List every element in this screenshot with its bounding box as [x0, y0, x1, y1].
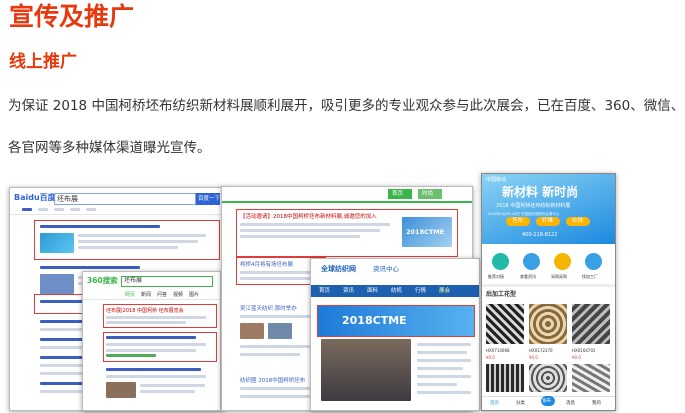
360-tab-5[interactable]: 图片: [189, 291, 199, 299]
baidu-search-button[interactable]: 百度一下: [196, 193, 220, 205]
mobile-tab-home[interactable]: 首页: [490, 400, 499, 408]
news-top-tag-2[interactable]: 时尚: [418, 189, 442, 199]
mobile-chip-2[interactable]: 纤维: [536, 217, 560, 226]
mobile-tab-publish-label: 发布: [542, 399, 551, 404]
mobile-icon-4-label: 找加工厂: [582, 274, 598, 279]
mobile-icon-2[interactable]: [523, 253, 540, 270]
360-search-input[interactable]: 坯布展: [121, 276, 213, 287]
360-tab-3[interactable]: 问答: [157, 291, 167, 299]
mobile-pattern-3[interactable]: [572, 304, 610, 344]
360-query: 坯布展: [124, 277, 143, 284]
textile-nav-1[interactable]: 首页: [319, 287, 330, 295]
textile-network-logo: 全球纺织网: [321, 265, 356, 273]
description-line-1: 为保证 2018 中国柯桥坯布纺织新材料展顺利展开，吸引更多的专业观众参与此次展…: [8, 98, 685, 114]
news-item-title[interactable]: 柯桥4月将有场坯布展: [240, 261, 293, 269]
mobile-chip-2-label: 纤维: [542, 218, 554, 224]
mobile-item-1-price: ¥0.0: [486, 355, 495, 360]
news-item-title-2[interactable]: 吴江蓝天纺织 那时举办: [240, 305, 297, 313]
section-title: 宣传及推广: [9, 2, 135, 31]
360-logo: 360搜索: [87, 276, 118, 285]
mobile-chip-3-label: 纱线: [572, 218, 584, 224]
mobile-icon-1-label: 推荐对接: [488, 274, 504, 279]
mobile-section-title: 后加工花型: [486, 291, 517, 298]
360-search-screenshot: 360搜索 坯布展 网页 新闻 问答 视频 图片 坯布展|2018 中国柯桥 坯…: [82, 271, 221, 411]
mobile-pattern-1[interactable]: [486, 304, 524, 344]
mobile-hero-title: 新材料 新时尚: [502, 185, 579, 199]
news-banner-thumb: 2018CTME: [402, 217, 452, 247]
news-banner-text: 2018CTME: [406, 228, 445, 236]
mobile-tab-category[interactable]: 分类: [516, 400, 525, 408]
news-item-title-3[interactable]: 纺织圈 2018中国柯桥坯布: [240, 377, 305, 385]
mobile-icon-4[interactable]: [585, 253, 602, 270]
mobile-status-bar: 中国移动: [486, 177, 507, 183]
baidu-search-input[interactable]: 坯布展: [54, 193, 196, 205]
360-tab-2[interactable]: 新闻: [141, 291, 151, 299]
mobile-tab-me[interactable]: 我的: [592, 400, 601, 408]
mobile-tab-messages[interactable]: 消息: [566, 400, 575, 408]
news-top-tag-1[interactable]: 首页: [388, 189, 412, 199]
baidu-query: 坯布展: [57, 195, 78, 203]
textile-banner-text: 2018CTME: [342, 314, 407, 327]
mobile-chip-1[interactable]: 坯布: [506, 217, 530, 226]
mobile-tab-publish[interactable]: 发布: [541, 396, 555, 406]
mobile-icon-3-label: 采购采购: [551, 274, 567, 279]
description-line-2: 各官网等多种媒体渠道曝光宣传。: [8, 140, 211, 156]
mobile-chip-1-label: 坯布: [512, 218, 524, 224]
mobile-app-screenshot: 中国移动 新材料 新时尚 2018 中国柯桥坯布纺织新材料展 2018年4月26…: [481, 173, 616, 411]
textile-nav-5[interactable]: 行情: [415, 287, 426, 295]
mobile-icon-2-label: 查看资讯: [520, 274, 536, 279]
textile-network-section: 资讯中心: [373, 265, 399, 273]
baidu-search-button-label: 百度一下: [198, 196, 221, 202]
360-tab-4[interactable]: 视频: [173, 291, 183, 299]
mobile-icon-3[interactable]: [554, 253, 571, 270]
textile-network-screenshot: 全球纺织网 资讯中心 首页 资讯 面料 纺机 行情 展会 2018CTME: [310, 258, 480, 411]
360-tab-1[interactable]: 网页: [125, 291, 135, 299]
news-top-tag-2-label: 时尚: [422, 191, 434, 197]
mobile-item-3-price: ¥0.0: [572, 355, 581, 360]
mobile-pattern-2[interactable]: [529, 304, 567, 344]
mobile-icon-1[interactable]: [492, 253, 509, 270]
mobile-hero-subtitle: 2018 中国柯桥坯布纺织新材料展: [496, 203, 571, 209]
textile-nav-2[interactable]: 资讯: [343, 287, 354, 295]
baidu-logo: Baidu百度: [14, 193, 56, 202]
textile-nav-3[interactable]: 面料: [367, 287, 378, 295]
mobile-chip-3[interactable]: 纱线: [566, 217, 590, 226]
textile-banner: 2018CTME: [317, 305, 475, 337]
textile-nav-4[interactable]: 纺机: [391, 287, 402, 295]
news-top-tag-1-label: 首页: [392, 191, 404, 197]
mobile-hotline: 400-118-8122: [522, 232, 558, 238]
news-result-title[interactable]: 【活动邀请】2018中国柯桥坯布新材料展,诚邀您的加入: [240, 213, 377, 221]
mobile-item-2-price: ¥0.0: [529, 355, 538, 360]
textile-nav-6[interactable]: 展会: [439, 287, 450, 295]
textile-photo: [321, 339, 411, 401]
360-result-title[interactable]: 坯布展|2018 中国柯桥 坯布展览会: [106, 307, 184, 315]
subsection-title: 线上推广: [9, 52, 77, 72]
